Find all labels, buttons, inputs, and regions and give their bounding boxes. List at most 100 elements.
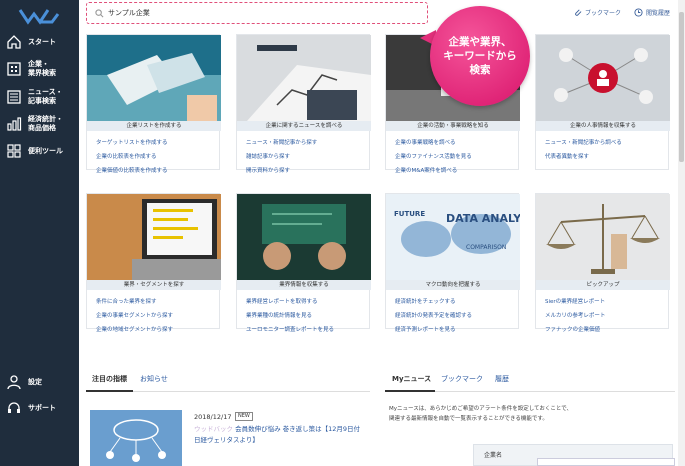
- card-pickup[interactable]: ピックアップ Sierの業界経営レポート メルカリの参考レポート ファナックの企…: [535, 193, 670, 333]
- callout-line: 検索: [469, 64, 491, 76]
- card-title: マクロ動向を把握する: [386, 280, 520, 290]
- card-link[interactable]: 業界経営レポートを取得する: [246, 297, 318, 305]
- tab-indicators[interactable]: 注目の指標: [92, 374, 127, 384]
- mynews-description: Myニュースは、あらかじめご希望のアラート条件を設定しておくことで、: [389, 406, 573, 412]
- card-image: [536, 35, 670, 121]
- card-title: 企業リストを作成する: [87, 121, 221, 131]
- news-headline-cont[interactable]: 日経ヴェリタスより】: [194, 434, 259, 444]
- history-label: 閲覧履歴: [646, 10, 671, 17]
- search-input[interactable]: サンプル企業: [86, 2, 428, 24]
- card-company-personnel[interactable]: 企業の人事情報を収集する ニュース・新聞記事から調べる 代表者異動を探す: [535, 34, 670, 170]
- search-callout-bubble: 企業や業界、 キーワードから 検索: [430, 6, 530, 106]
- card-link[interactable]: 経済予測レポートを見る: [395, 325, 456, 333]
- headset-icon: [8, 402, 20, 413]
- tab-history[interactable]: 履歴: [495, 374, 509, 384]
- tab-notices[interactable]: お知らせ: [140, 374, 168, 384]
- paperclip-icon: [575, 9, 582, 16]
- card-company-news[interactable]: 企業に関するニュースを調べる ニュース・新聞記事から探す 雑誌記事から探す 開示…: [236, 34, 371, 174]
- app-logo[interactable]: [18, 6, 60, 26]
- card-title: 業界・セグメントを探す: [87, 280, 221, 290]
- sidebar-item-economic-stats[interactable]: 経済統計・ 商品価格: [0, 114, 79, 134]
- card-link[interactable]: 代表者異動を探す: [545, 152, 589, 160]
- building-icon: [7, 62, 21, 76]
- card-link[interactable]: 企業の事業セグメントから探す: [96, 311, 173, 319]
- sidebar-item-label: 経済統計・ 商品価格: [28, 115, 63, 132]
- card-link[interactable]: 雑誌記事から探す: [246, 152, 290, 160]
- scrollbar-thumb[interactable]: [679, 12, 684, 162]
- card-image: [87, 194, 221, 280]
- callout-line: 企業や業界、: [448, 36, 512, 48]
- card-link[interactable]: 企業のM&A案件を調べる: [395, 166, 457, 174]
- sidebar-item-settings[interactable]: 設定: [0, 373, 79, 391]
- active-tab-indicator: [385, 390, 435, 392]
- card-link[interactable]: メルカリの参考レポート: [545, 311, 605, 319]
- app-root: スタート 企業・ 業界検索 ニュース・ 記事検索 経済統計・ 商品価格 便利ツール 設…: [0, 0, 685, 466]
- card-company-list[interactable]: 企業リストを作成する ターゲットリストを作成する 企業の比較表を作成する 企業価…: [86, 34, 221, 174]
- news-date: 2018/12/17: [194, 413, 232, 421]
- tab-bookmark[interactable]: ブックマーク: [441, 374, 483, 384]
- bookmark-label: ブックマーク: [585, 10, 622, 17]
- user-icon: [7, 375, 21, 390]
- sidebar-item-company-search[interactable]: 企業・ 業界検索: [0, 59, 79, 79]
- card-title: ピックアップ: [536, 280, 670, 290]
- svg-text:FUTURE: FUTURE: [394, 210, 425, 218]
- card-link[interactable]: ニュース・新聞記事から調べる: [545, 138, 622, 146]
- history-link[interactable]: 閲覧履歴: [634, 8, 670, 17]
- card-link[interactable]: ニュース・新聞記事から探す: [246, 138, 317, 146]
- news-thumbnail: [90, 410, 182, 466]
- card-image: [87, 35, 221, 121]
- sidebar-item-start[interactable]: スタート: [0, 33, 79, 51]
- grid-icon: [7, 144, 21, 158]
- card-image: [237, 35, 371, 121]
- card-image: DATA ANALYSIS FUTURE COMPARISON: [386, 194, 520, 280]
- news-headline[interactable]: ウッドバック 会員数伸び悩み 巻き返し策は【12月9日付: [194, 423, 360, 433]
- sidebar: スタート 企業・ 業界検索 ニュース・ 記事検索 経済統計・ 商品価格 便利ツール 設…: [0, 0, 79, 466]
- sidebar-item-label: ニュース・ 記事検索: [28, 88, 63, 105]
- card-link[interactable]: ファナックの企業価値: [545, 325, 600, 333]
- card-title: 業界情報を収集する: [237, 280, 371, 290]
- card-title: 企業に関するニュースを調べる: [237, 121, 371, 131]
- card-link[interactable]: 企業の比較表を作成する: [96, 152, 157, 160]
- newspaper-icon: [7, 90, 21, 104]
- card-industry-segment[interactable]: 業界・セグメントを探す 条件に合った業界を探す 企業の事業セグメントから探す 企…: [86, 193, 221, 333]
- sidebar-item-news-search[interactable]: ニュース・ 記事検索: [0, 87, 79, 107]
- card-title: 企業の人事情報を収集する: [536, 121, 670, 131]
- new-badge: NEW: [235, 412, 253, 421]
- cloud-network-icon: [106, 419, 166, 462]
- search-value: サンプル企業: [108, 9, 150, 17]
- card-link[interactable]: 企業のファイナンス活動を見る: [395, 152, 472, 160]
- card-link[interactable]: 業界業種の統計情報を見る: [246, 311, 312, 319]
- card-link[interactable]: 経済統計をチェックする: [395, 297, 456, 305]
- card-macro[interactable]: DATA ANALYSIS FUTURE COMPARISON マクロ動向を把握…: [385, 193, 520, 333]
- clock-icon: [634, 8, 643, 17]
- mynews-description: 関連する最新情報を自動で一覧表示することができる機能です。: [389, 416, 548, 422]
- sidebar-item-label: サポート: [28, 403, 56, 412]
- tab-mynews[interactable]: Myニュース: [392, 374, 431, 384]
- svg-text:COMPARISON: COMPARISON: [466, 244, 506, 251]
- card-link[interactable]: 企業の地域セグメントから探す: [96, 325, 173, 333]
- news-headline-text: 会員数伸び悩み 巻き返し策は【12月9日付: [235, 425, 361, 433]
- card-link[interactable]: 企業の事業戦略を調べる: [395, 138, 456, 146]
- bar-chart-icon: [7, 117, 22, 131]
- sidebar-item-label: 設定: [28, 377, 42, 386]
- card-image: [536, 194, 670, 280]
- card-link[interactable]: ターゲットリストを作成する: [96, 138, 168, 146]
- card-link[interactable]: ユーロモニター調査レポートを見る: [246, 325, 334, 333]
- card-link[interactable]: 条件に合った業界を探す: [96, 297, 157, 305]
- card-link[interactable]: 経済統計の発表予定を確認する: [395, 311, 472, 319]
- card-link[interactable]: 開示資料から探す: [246, 166, 290, 174]
- card-image: [237, 194, 371, 280]
- sidebar-item-support[interactable]: サポート: [0, 399, 79, 417]
- search-icon: [95, 8, 104, 17]
- news-blurred-text: ウッドバック: [194, 425, 233, 433]
- card-link[interactable]: Sierの業界経営レポート: [545, 297, 605, 305]
- sidebar-item-tools[interactable]: 便利ツール: [0, 142, 79, 160]
- card-link[interactable]: 企業価値の比較表を作成する: [96, 166, 168, 174]
- card-industry-info[interactable]: 業界情報を収集する 業界経営レポートを取得する 業界業種の統計情報を見る ユーロ…: [236, 193, 371, 333]
- bookmark-link[interactable]: ブックマーク: [573, 8, 621, 17]
- card-title: 企業の活動・事業戦略を知る: [386, 121, 520, 131]
- home-icon: [7, 35, 21, 49]
- table-input[interactable]: [537, 458, 675, 466]
- callout-line: キーワードから: [443, 50, 517, 62]
- svg-text:DATA ANALYSIS: DATA ANALYSIS: [446, 212, 520, 225]
